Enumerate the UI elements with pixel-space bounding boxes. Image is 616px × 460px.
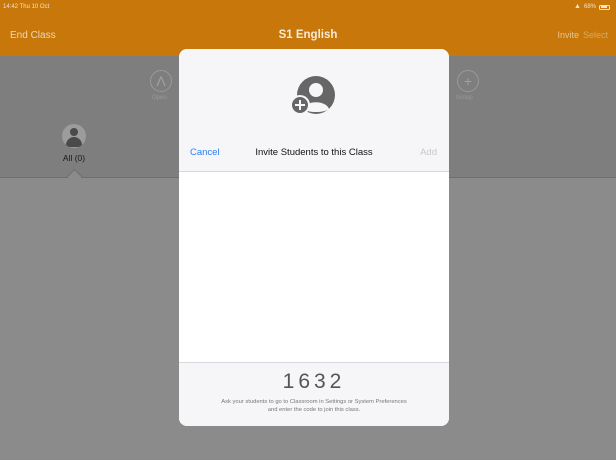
dialog-title: Invite Students to this Class	[255, 147, 373, 158]
add-button[interactable]: Add	[420, 147, 437, 158]
app-icon: Λ	[156, 73, 166, 89]
class-code: 1632	[282, 370, 346, 393]
status-indicators: ▲ 68%	[574, 0, 610, 14]
all-students-avatar-icon[interactable]	[62, 124, 86, 148]
all-students-label[interactable]: All (0)	[54, 153, 94, 163]
join-instructions-line-2: and enter the code to join this class.	[267, 407, 361, 413]
page-title: S1 English	[278, 29, 338, 41]
plus-icon: +	[463, 73, 473, 89]
add-person-icon	[290, 76, 335, 115]
dialog-header: Cancel Invite Students to this Class Add	[179, 49, 449, 172]
status-date: Thu 10 Oct	[19, 4, 50, 10]
student-list	[179, 172, 449, 362]
join-instructions: Ask your students to go to Classroom in …	[179, 398, 449, 414]
open-label: Open	[152, 95, 167, 101]
status-time-date: 14:42 Thu 10 Oct	[3, 0, 49, 14]
join-instructions-line-1: Ask your students to go to Classroom in …	[221, 399, 407, 405]
invite-students-dialog: Cancel Invite Students to this Class Add…	[179, 49, 449, 426]
status-time: 14:42	[3, 4, 19, 10]
add-group-button[interactable]: +	[457, 70, 479, 92]
wifi-icon: ▲	[574, 3, 581, 10]
battery-icon	[599, 4, 610, 10]
select-button[interactable]: Select	[583, 30, 608, 40]
status-bar: 14:42 Thu 10 Oct ▲ 68%	[0, 0, 616, 14]
invite-button[interactable]: Invite	[557, 30, 579, 40]
open-app-button[interactable]: Λ	[150, 70, 172, 92]
group-label: Group	[456, 95, 473, 101]
nav-actions: Invite Select	[557, 30, 608, 40]
battery-percent: 68%	[583, 4, 596, 10]
dialog-footer: 1632 Ask your students to go to Classroo…	[179, 362, 449, 426]
